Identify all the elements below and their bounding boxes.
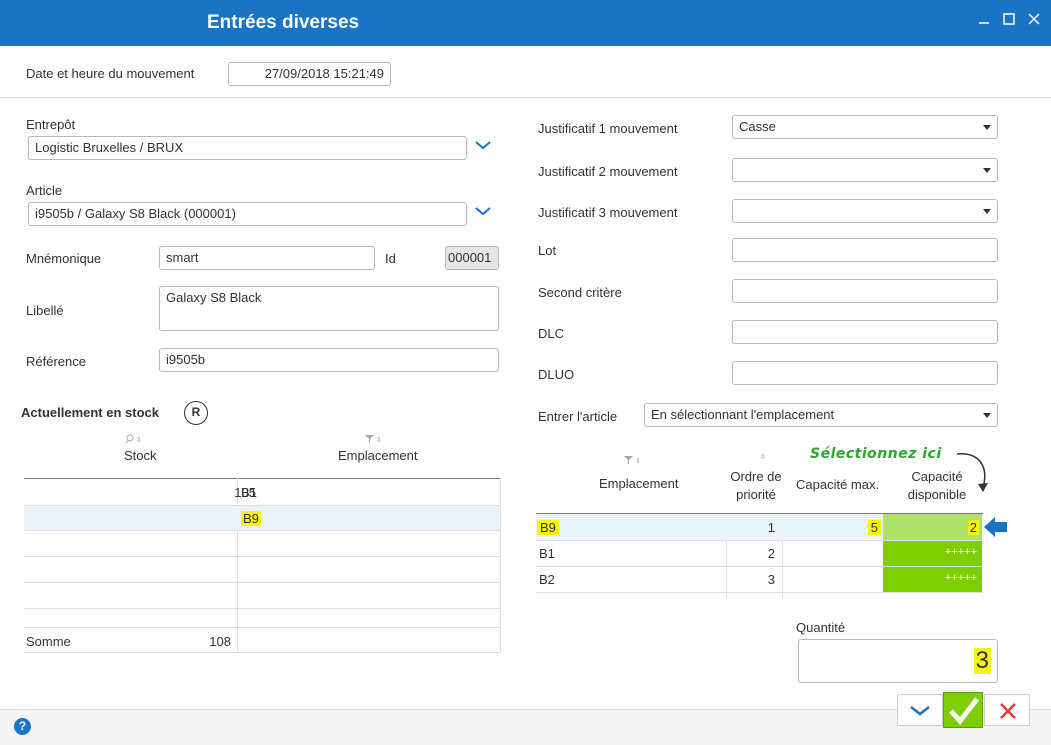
collapse-button[interactable] — [897, 694, 943, 726]
lot-field[interactable] — [732, 238, 998, 262]
justif1-label: Justificatif 1 mouvement — [538, 121, 678, 136]
filter-icon[interactable]: ⇕ — [365, 432, 383, 447]
date-field[interactable]: 27/09/2018 15:21:49 — [228, 62, 391, 86]
chevron-down-icon — [910, 706, 930, 716]
dluo-label: DLUO — [538, 367, 575, 382]
stock-col-header[interactable]: Stock — [124, 448, 157, 463]
mnemonique-field[interactable]: smart — [159, 246, 375, 270]
sort-icon[interactable]: ⇕ — [760, 453, 766, 461]
loc-ordre: 3 — [767, 572, 775, 587]
row-divider — [24, 608, 501, 609]
arrow-left-icon — [984, 516, 1008, 541]
loc-emplacement: B1 — [539, 546, 555, 561]
loc-emplacement: B2 — [539, 572, 555, 587]
article-field[interactable]: i9505b / Galaxy S8 Black (000001) — [28, 202, 467, 226]
mnemonique-label: Mnémonique — [26, 251, 102, 266]
filter-icon[interactable]: ⇕ — [624, 453, 642, 468]
sum-value: 108 — [209, 634, 231, 649]
refresh-badge[interactable]: R — [184, 401, 208, 425]
dlc-field[interactable] — [732, 320, 998, 344]
svg-text:⇕: ⇕ — [635, 457, 641, 465]
libelle-label: Libellé — [26, 303, 64, 318]
table-row[interactable]: 3 B9 — [24, 506, 500, 530]
dluo-field[interactable] — [732, 361, 998, 385]
dropdown-arrow-icon — [983, 209, 991, 214]
dropdown-arrow-icon — [983, 168, 991, 173]
second-critere-field[interactable] — [732, 279, 998, 303]
justif3-label: Justificatif 3 mouvement — [538, 205, 678, 220]
article-label: Article — [26, 183, 63, 198]
maximize-icon[interactable] — [1000, 12, 1018, 30]
entrepot-label: Entrepôt — [26, 117, 76, 132]
ordre-header-line2: priorité — [736, 487, 776, 502]
validate-button[interactable] — [943, 692, 983, 728]
justif2-label: Justificatif 2 mouvement — [538, 164, 678, 179]
capdisp-header[interactable]: Capacité disponible — [904, 468, 970, 504]
loc-emplacement: B9 — [537, 520, 559, 535]
row-divider — [24, 530, 501, 531]
dropdown-arrow-icon — [983, 125, 991, 130]
capmax-header[interactable]: Capacité max. — [796, 477, 879, 492]
minimize-icon[interactable] — [975, 12, 993, 30]
svg-text:⇕: ⇕ — [136, 436, 142, 444]
checkmark-icon — [949, 697, 979, 725]
ordre-header-line1: Ordre de — [730, 469, 782, 484]
justif2-select[interactable] — [732, 158, 998, 182]
justif1-select[interactable]: Casse — [732, 115, 998, 139]
window-title: Entrées diverses — [207, 12, 360, 33]
capdisp-header-line1: Capacité — [911, 469, 963, 484]
table-row[interactable]: 105 B1 — [24, 479, 500, 505]
libelle-field[interactable]: Galaxy S8 Black — [159, 286, 499, 331]
row-divider — [24, 582, 501, 583]
quantity-value: 3 — [973, 647, 991, 674]
close-icon — [1000, 703, 1016, 719]
sum-label: Somme — [26, 634, 71, 649]
entrer-label: Entrer l'article — [538, 409, 618, 424]
title-bar: Entrées diverses — [0, 0, 1051, 46]
loc-emplacement-header[interactable]: Emplacement — [599, 476, 678, 491]
dlc-label: DLC — [538, 326, 565, 341]
reference-label: Référence — [26, 354, 86, 369]
emplacement-col-header[interactable]: Emplacement — [338, 448, 417, 463]
reference-field[interactable]: i9505b — [159, 348, 499, 372]
justif3-select[interactable] — [732, 199, 998, 223]
annotation-text: Sélectionnez ici — [810, 446, 942, 462]
divider — [0, 97, 1051, 98]
row-divider — [24, 556, 501, 557]
ordre-header[interactable]: Ordre de priorité — [730, 468, 782, 504]
id-field: 000001 — [445, 246, 499, 270]
chevron-down-icon[interactable] — [475, 205, 491, 217]
loc-ordre: 2 — [767, 546, 775, 561]
stock-title: Actuellement en stock — [21, 405, 159, 420]
quantity-field[interactable]: 3 — [798, 639, 998, 683]
entrepot-field[interactable]: Logistic Bruxelles / BRUX — [28, 136, 467, 160]
loc-capdisp: 2 — [967, 520, 979, 535]
row-divider — [536, 592, 983, 593]
close-icon[interactable] — [1025, 12, 1043, 30]
bottom-bar — [0, 709, 1051, 745]
id-label: Id — [385, 251, 396, 266]
loc-capdisp: +++++ — [944, 572, 977, 584]
loc-capmax: 5 — [867, 520, 881, 535]
search-icon[interactable]: ⇕ — [125, 432, 143, 447]
entrer-select[interactable]: En sélectionnant l'emplacement — [644, 403, 998, 427]
emplacement-value: B1 — [241, 485, 257, 500]
loc-ordre: 1 — [767, 520, 775, 535]
date-label: Date et heure du mouvement — [26, 66, 195, 81]
svg-text:⇕: ⇕ — [376, 436, 382, 444]
chevron-down-icon[interactable] — [475, 139, 491, 151]
dropdown-arrow-icon — [983, 413, 991, 418]
capdisp-header-line2: disponible — [907, 487, 967, 502]
help-icon[interactable]: ? — [14, 718, 31, 735]
emplacement-value: B9 — [241, 511, 261, 526]
row-divider — [24, 627, 501, 628]
justif1-value: Casse — [739, 119, 776, 134]
second-critere-label: Second critère — [538, 285, 622, 300]
loc-capdisp: +++++ — [944, 546, 977, 558]
cancel-button[interactable] — [984, 694, 1030, 726]
table-bottom-line — [24, 652, 501, 653]
entrer-value: En sélectionnant l'emplacement — [651, 407, 835, 422]
quantity-label: Quantité — [796, 620, 846, 635]
lot-label: Lot — [538, 243, 557, 258]
